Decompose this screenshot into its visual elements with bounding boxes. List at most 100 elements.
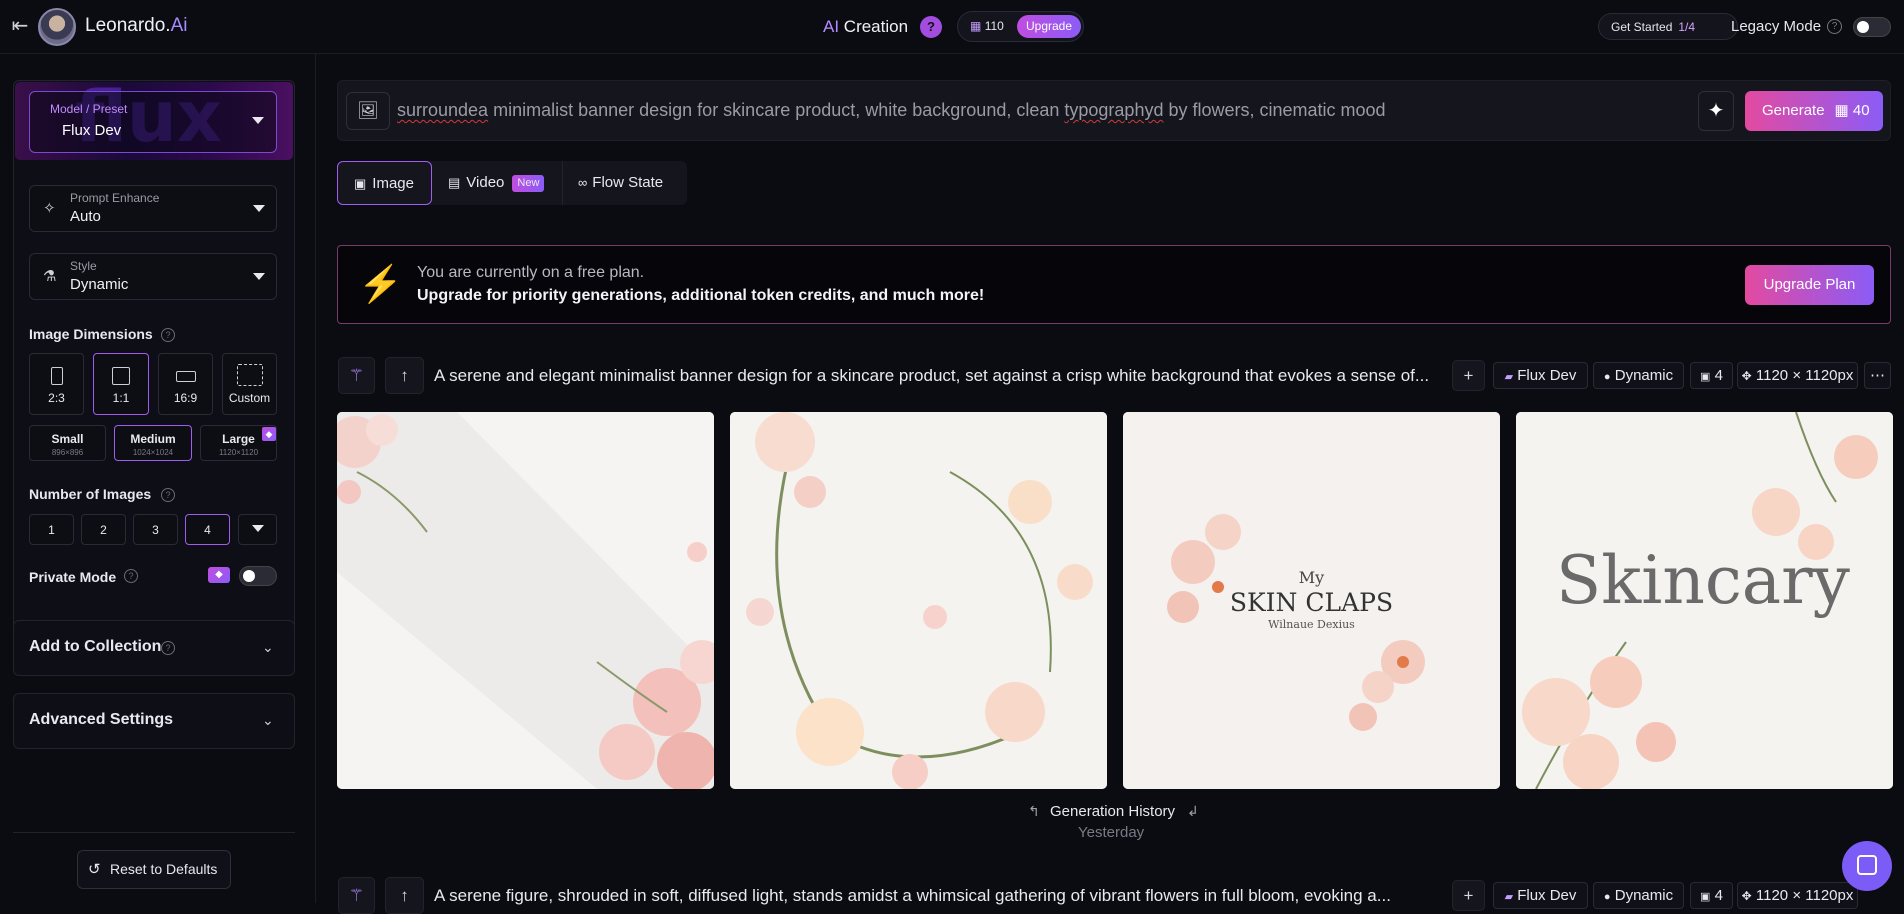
magic-wand-icon[interactable]: ⚚ xyxy=(338,357,375,394)
style-select[interactable] xyxy=(29,253,277,300)
image-text-small: My xyxy=(1298,568,1325,587)
sparkle-icon[interactable]: ✦ xyxy=(1698,91,1734,131)
tab-video[interactable]: ▤ Video New xyxy=(442,161,557,205)
legacy-mode-label: Legacy Mode xyxy=(1731,18,1822,35)
ratio-16-9-button[interactable]: 16:9 xyxy=(158,353,213,415)
avatar[interactable] xyxy=(38,8,76,46)
size-medium-sub: 1024×1024 xyxy=(132,448,174,457)
size-small-button[interactable]: Small 896×896 xyxy=(29,425,106,461)
premium-gem-icon: ◆ xyxy=(208,567,230,583)
banner-line-1: You are currently on a free plan. xyxy=(417,264,645,281)
generation-prompt: A serene figure, shrouded in soft, diffu… xyxy=(434,886,1391,905)
ratio-1-1-icon xyxy=(112,367,130,385)
reset-icon: ↺ xyxy=(88,861,101,878)
size-small-sub: 896×896 xyxy=(51,448,84,457)
reset-label: Reset to Defaults xyxy=(110,861,218,877)
drop-icon: ● xyxy=(1603,371,1611,383)
ratio-2-3-button[interactable]: 2:3 xyxy=(29,353,84,415)
prompt-input[interactable]: surroundea minimalist banner design for … xyxy=(397,100,1386,121)
flux-icon: ▰ xyxy=(1504,891,1514,903)
resize-icon: ✥ xyxy=(1741,369,1752,383)
generate-label: Generate xyxy=(1762,102,1825,119)
prompt-text-end: by flowers, cinematic mood xyxy=(1163,100,1386,120)
num-images-4[interactable]: 4 xyxy=(185,514,230,545)
add-icon[interactable]: + xyxy=(1452,360,1485,391)
arrow-curve-icon: ↰ xyxy=(1028,803,1040,819)
brand-suffix: Ai xyxy=(170,15,188,36)
token-count: ▦ 110 xyxy=(970,19,1004,33)
help-icon[interactable]: ? xyxy=(161,488,175,502)
lightning-icon: ⚡ xyxy=(358,263,403,304)
generated-image[interactable] xyxy=(730,412,1107,789)
help-icon[interactable]: ? xyxy=(161,641,175,655)
generated-image[interactable]: My SKIN CLAPS Wilnaue Dexius xyxy=(1123,412,1500,789)
private-mode-toggle[interactable] xyxy=(239,566,277,586)
chevron-down-icon[interactable]: ⌄ xyxy=(262,712,274,729)
exit-icon[interactable]: ⇤ xyxy=(8,14,32,38)
tab-image[interactable]: ▣ Image xyxy=(337,161,432,205)
prompt-enhance-label: Prompt Enhance xyxy=(70,191,160,205)
ratio-1-1-button[interactable]: 1:1 xyxy=(93,353,149,415)
generation-history-label: Generation History xyxy=(1050,803,1176,820)
reset-to-defaults-button[interactable]: ↺ Reset to Defaults xyxy=(77,850,231,889)
magic-wand-icon[interactable]: ⚚ xyxy=(338,877,375,914)
style-chip-label: Dynamic xyxy=(1614,367,1674,384)
arrow-curve-icon: ↲ xyxy=(1187,803,1199,819)
drop-icon: ● xyxy=(1603,891,1611,903)
prompt-text-mid: minimalist banner design for skincare pr… xyxy=(488,100,1065,120)
upgrade-button[interactable]: Upgrade xyxy=(1017,15,1081,38)
size-medium-button[interactable]: Medium 1024×1024 xyxy=(114,425,192,461)
arrow-up-icon[interactable]: ↑ xyxy=(385,357,424,394)
generated-image[interactable] xyxy=(337,412,714,789)
num-images-more-button[interactable] xyxy=(238,514,277,545)
size-medium-label: Medium xyxy=(130,432,176,446)
size-chip: ✥ 1120 × 1120px xyxy=(1737,882,1858,909)
divider xyxy=(13,832,295,833)
arrow-up-icon[interactable]: ↑ xyxy=(385,877,424,914)
help-icon[interactable]: ? xyxy=(161,328,175,342)
generated-image[interactable]: Skincary xyxy=(1516,412,1893,789)
style-chip: ● Dynamic xyxy=(1593,882,1684,909)
tab-image-label: Image xyxy=(372,175,414,192)
style-label: Style xyxy=(70,259,97,273)
image-dimensions-title: Image Dimensions xyxy=(29,326,153,342)
legacy-mode-toggle[interactable] xyxy=(1853,17,1891,37)
chat-support-button[interactable] xyxy=(1842,841,1892,891)
flower-art xyxy=(337,412,714,789)
image-upload-icon[interactable]: 🖼 xyxy=(346,92,390,130)
image-icon: ▣ xyxy=(354,176,367,191)
upgrade-plan-button[interactable]: Upgrade Plan xyxy=(1745,265,1874,305)
chevron-down-icon xyxy=(253,205,265,212)
ratio-2-3-label: 2:3 xyxy=(48,391,65,405)
size-chip-label: 1120 × 1120px xyxy=(1755,887,1854,904)
ratio-16-9-label: 16:9 xyxy=(173,391,198,405)
section-prefix: AI xyxy=(823,17,840,36)
more-options-icon[interactable]: ⋯ xyxy=(1864,362,1891,389)
help-icon[interactable]: ? xyxy=(1827,19,1842,34)
size-chip: ✥ 1120 × 1120px xyxy=(1737,362,1858,389)
images-icon: ▣ xyxy=(1700,371,1711,383)
image-text-big: Skincary xyxy=(1556,542,1850,619)
add-icon[interactable]: + xyxy=(1452,880,1485,911)
num-images-1[interactable]: 1 xyxy=(29,514,74,545)
get-started-button[interactable]: Get Started 1/4 xyxy=(1598,13,1738,40)
model-value: Flux Dev xyxy=(62,122,122,139)
num-images-3[interactable]: 3 xyxy=(133,514,178,545)
num-images-2[interactable]: 2 xyxy=(81,514,126,545)
tab-flow-state[interactable]: ∞ Flow State xyxy=(578,161,688,205)
help-icon[interactable]: ? xyxy=(124,569,138,583)
generate-button[interactable]: Generate ▦ 40 xyxy=(1745,91,1883,131)
style-chip-label: Dynamic xyxy=(1614,887,1674,904)
prompt-enhance-value: Auto xyxy=(70,208,101,225)
chevron-down-icon[interactable]: ⌄ xyxy=(262,639,274,656)
token-icon: ▦ xyxy=(970,19,982,33)
style-chip: ● Dynamic xyxy=(1593,362,1684,389)
count-chip: ▣ 4 xyxy=(1690,882,1733,909)
generate-cost: 40 xyxy=(1852,102,1870,119)
help-icon[interactable]: ? xyxy=(920,16,942,38)
ratio-1-1-label: 1:1 xyxy=(112,391,130,405)
tab-video-label: Video xyxy=(466,174,505,191)
ratio-custom-button[interactable]: Custom xyxy=(222,353,277,415)
advanced-settings-label: Advanced Settings xyxy=(29,711,174,728)
ratio-16-9-icon xyxy=(175,371,196,382)
